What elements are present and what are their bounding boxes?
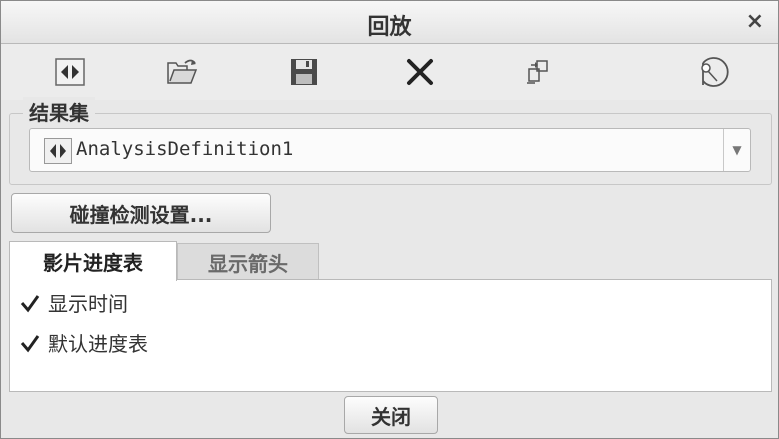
result-set-label: 结果集 [23, 97, 95, 126]
show-time-checkbox[interactable]: 显示时间 [20, 288, 128, 317]
show-time-label: 显示时间 [48, 292, 128, 316]
close-icon[interactable]: × [746, 9, 764, 34]
export-icon [527, 60, 548, 84]
result-set-value: AnalysisDefinition1 [76, 138, 294, 160]
collision-settings-button[interactable]: 碰撞检测设置... [11, 193, 271, 233]
delete-button[interactable] [399, 52, 441, 92]
chevron-down-icon[interactable]: ▼ [723, 129, 750, 171]
frames-icon [55, 58, 85, 86]
save-button[interactable] [283, 52, 325, 92]
collision-button[interactable] [693, 52, 735, 92]
dialog-title: 回放 [367, 15, 412, 40]
delete-icon [407, 59, 433, 85]
default-schedule-checkbox[interactable]: 默认进度表 [20, 328, 148, 357]
tab-display-arrows[interactable]: 显示箭头 [177, 243, 319, 280]
frames-icon [44, 138, 72, 164]
collision-icon [701, 57, 729, 87]
open-button[interactable] [161, 52, 203, 92]
tab-movie-schedule[interactable]: 影片进度表 [9, 241, 177, 281]
title-bar: 回放 × [1, 1, 778, 44]
checkmark-icon [20, 293, 40, 313]
open-folder-icon [167, 59, 198, 84]
default-schedule-label: 默认进度表 [48, 332, 148, 356]
replay-dialog: 回放 × 结果集 AnalysisDefinition1 ▼ 碰撞检测设置...… [0, 0, 779, 439]
frames-button[interactable] [49, 52, 91, 92]
save-icon [291, 59, 317, 85]
tab-panel: 显示时间 默认进度表 [9, 279, 772, 392]
toolbar [1, 44, 778, 100]
result-set-select[interactable]: AnalysisDefinition1 ▼ [29, 128, 751, 172]
close-button[interactable]: 关闭 [344, 396, 438, 434]
checkmark-icon [20, 333, 40, 353]
export-button[interactable] [517, 52, 559, 92]
